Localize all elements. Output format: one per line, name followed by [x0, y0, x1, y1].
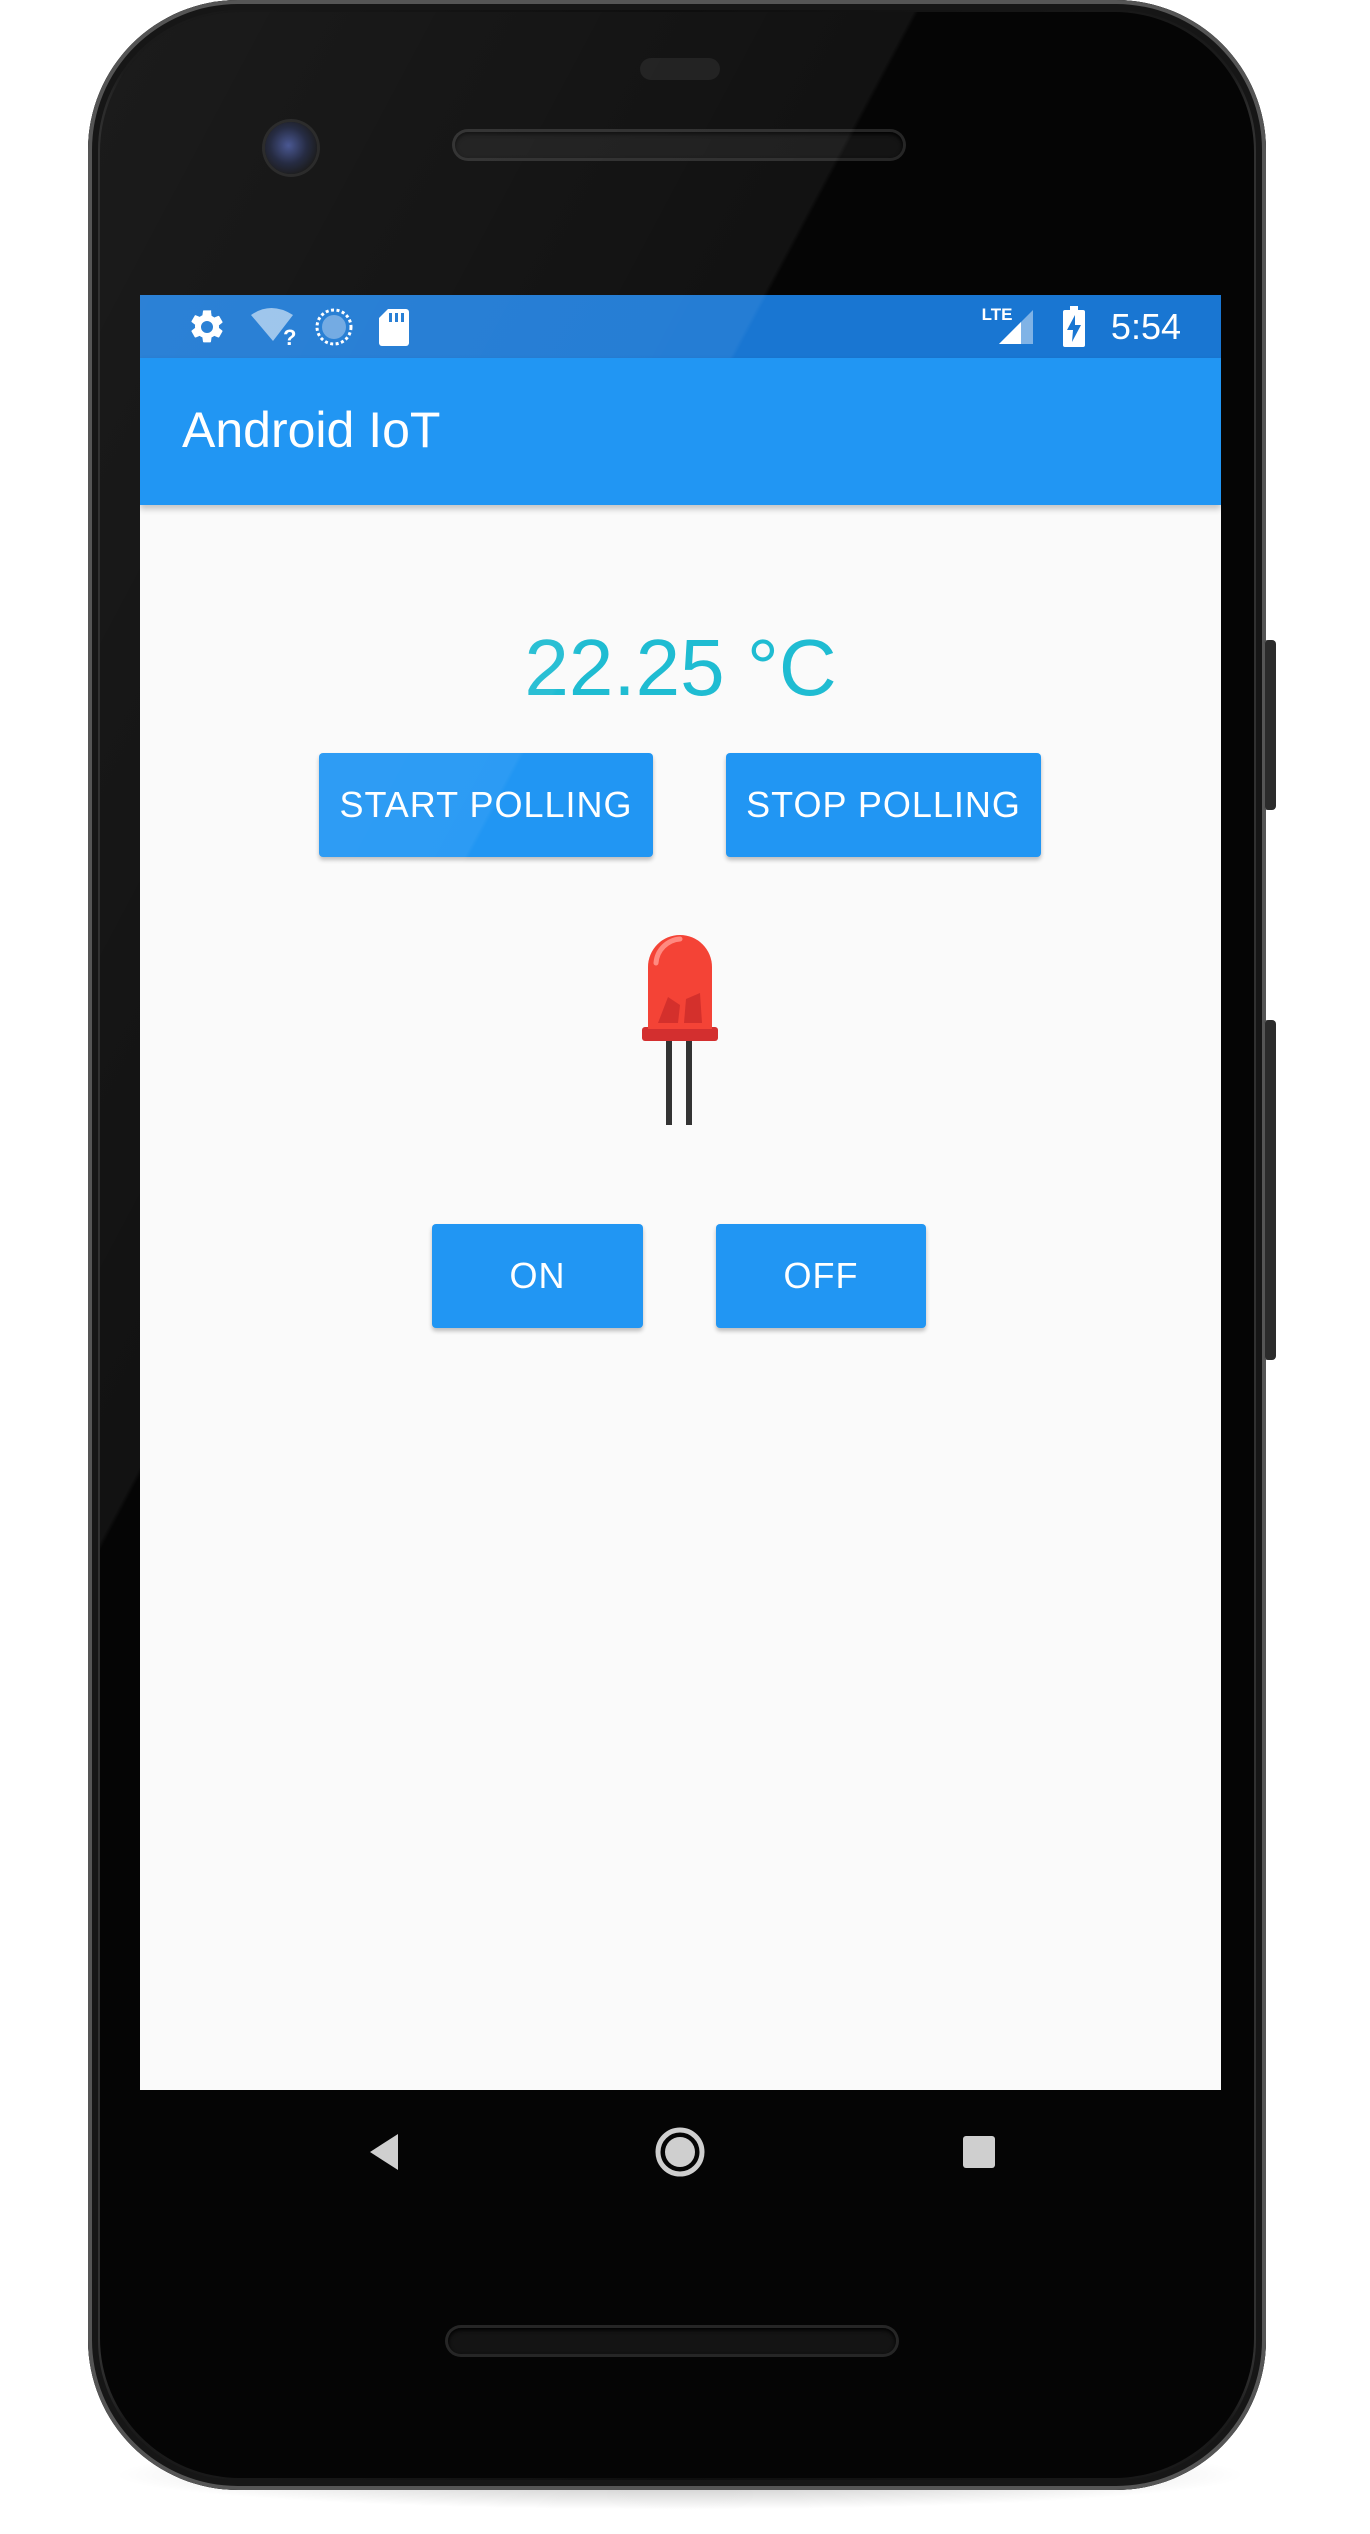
temperature-readout: 22.25 °C — [524, 623, 837, 712]
led-on-button[interactable]: ON — [432, 1224, 643, 1328]
red-led-icon — [640, 927, 720, 1127]
bottom-speaker — [448, 2328, 896, 2354]
screen: ? LTE 5:54 Android IoT 22.25 °C START PO… — [140, 295, 1221, 2090]
app-title: Android IoT — [182, 402, 441, 458]
home-icon[interactable] — [654, 2126, 706, 2178]
gear-icon — [185, 307, 229, 347]
stop-polling-button[interactable]: STOP POLLING — [726, 753, 1041, 857]
front-camera — [265, 122, 317, 174]
start-polling-button[interactable]: START POLLING — [319, 753, 653, 857]
status-time: 5:54 — [1110, 306, 1181, 347]
signal-icon — [996, 307, 1036, 347]
power-button — [1264, 640, 1276, 810]
volume-button — [1264, 1020, 1276, 1360]
back-icon[interactable] — [364, 2130, 404, 2174]
battery-charging-icon — [1060, 306, 1088, 347]
sd-card-icon — [374, 307, 414, 347]
status-bar: ? LTE 5:54 — [140, 295, 1221, 358]
app-bar: Android IoT — [140, 358, 1221, 505]
earpiece-speaker — [455, 132, 903, 158]
sync-icon — [312, 307, 356, 347]
svg-text:?: ? — [283, 325, 296, 347]
recents-icon[interactable] — [961, 2134, 997, 2170]
led-off-button[interactable]: OFF — [716, 1224, 926, 1328]
proximity-sensor — [640, 58, 720, 80]
wifi-unknown-icon: ? — [248, 307, 300, 347]
